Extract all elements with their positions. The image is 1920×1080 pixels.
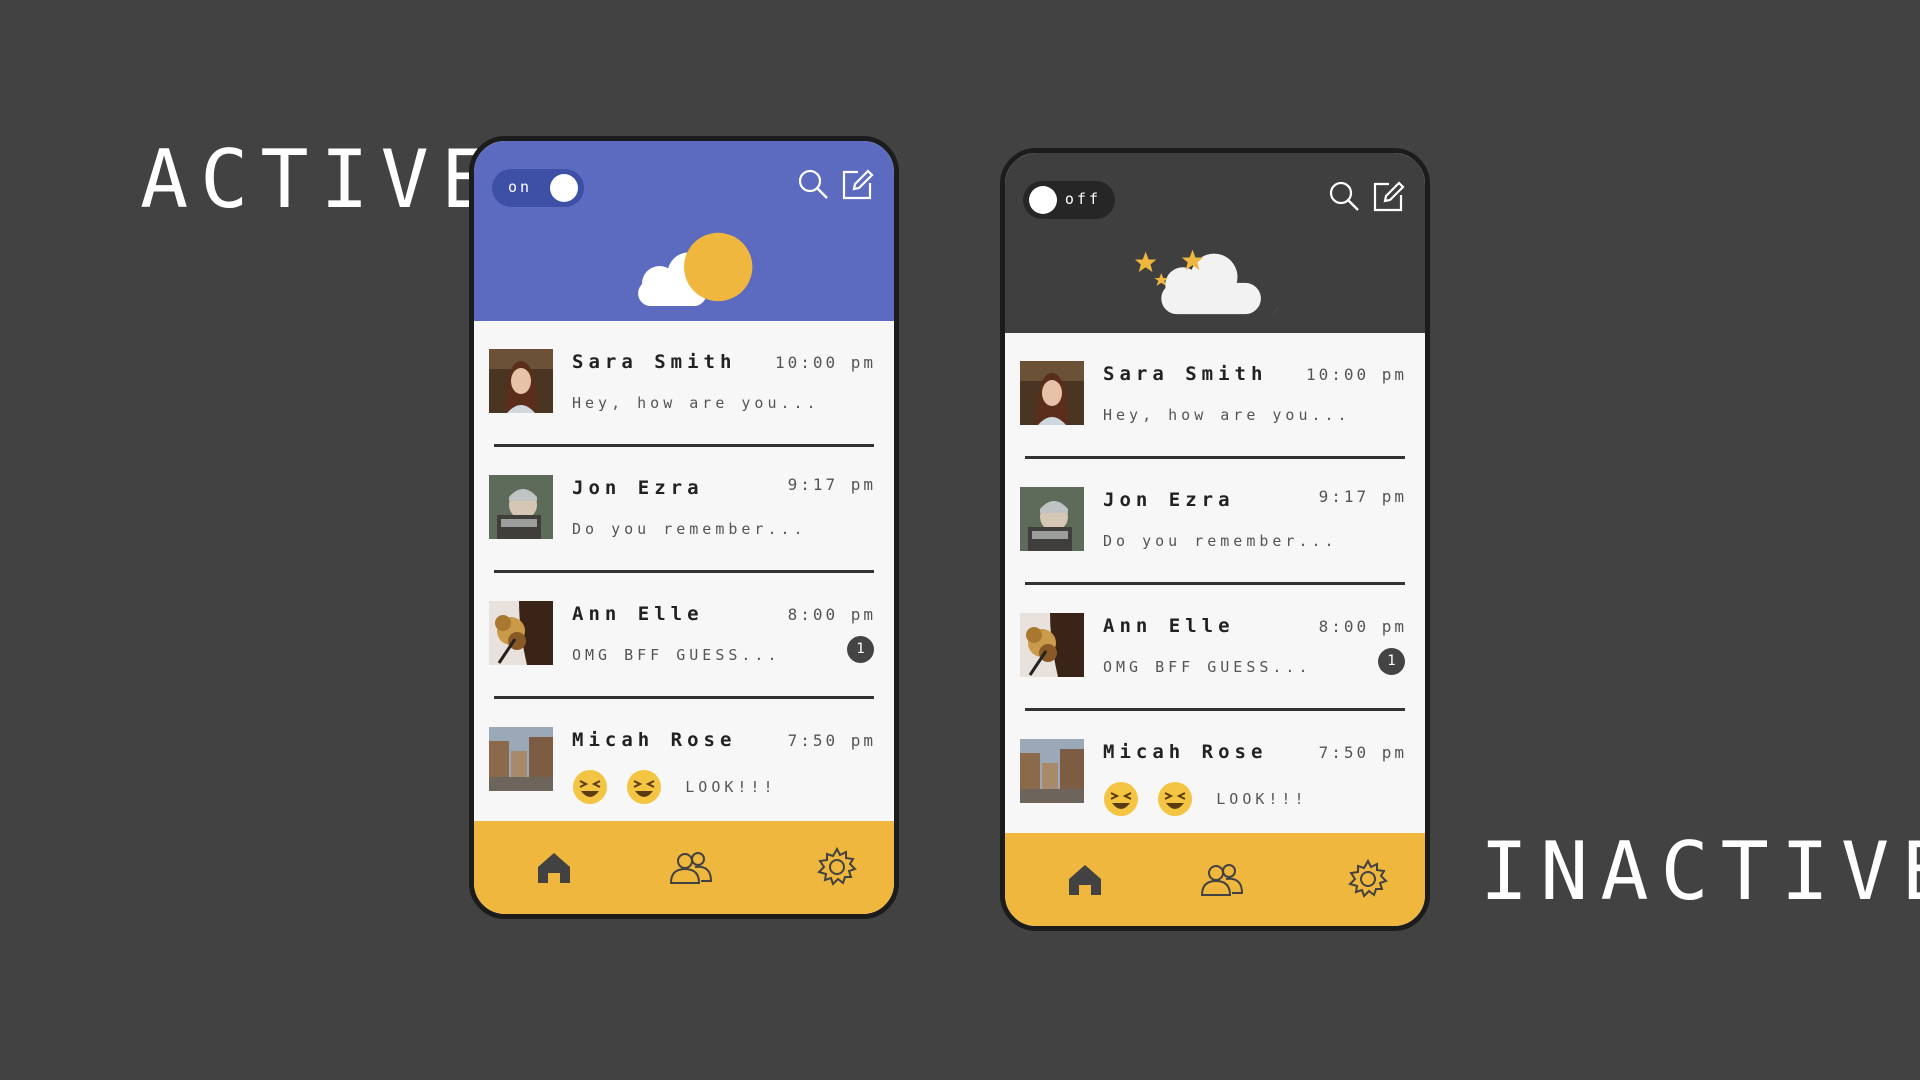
avatar-micah — [489, 727, 553, 791]
message-time: 10:00 pm — [774, 353, 876, 372]
message-time: 7:50 pm — [1318, 743, 1407, 762]
unread-badge: 1 — [847, 636, 874, 663]
message-preview: LOOK!!! — [1103, 781, 1308, 821]
cloud-sun-icon — [638, 232, 753, 307]
phone-header: on — [474, 141, 894, 321]
unread-badge: 1 — [1378, 648, 1405, 675]
home-icon[interactable] — [1063, 859, 1107, 899]
message-time: 7:50 pm — [787, 731, 876, 750]
avatar-ann — [489, 601, 553, 665]
contact-name: Micah Rose — [1103, 741, 1268, 763]
conversation-row[interactable]: Ann Elle 8:00 pm OMG BFF GUESS... 1 — [1005, 585, 1425, 711]
message-time: 8:00 pm — [1318, 617, 1407, 636]
message-time: 8:00 pm — [787, 605, 876, 624]
message-preview: Hey, how are you... — [1103, 406, 1351, 424]
conversation-row[interactable]: Sara Smith 10:00 pm Hey, how are you... — [474, 321, 894, 447]
message-preview-text: LOOK!!! — [685, 778, 777, 796]
avatar-ann — [1020, 613, 1084, 677]
avatar-jon — [489, 475, 553, 539]
friends-icon[interactable] — [669, 847, 713, 887]
conversation-row[interactable]: Jon Ezra 9:17 pm Do you remember... — [1005, 459, 1425, 585]
toggle-label: on — [508, 178, 533, 196]
bottom-nav — [1005, 833, 1425, 926]
contact-name: Jon Ezra — [572, 477, 704, 499]
contact-name: Jon Ezra — [1103, 489, 1235, 511]
contact-name: Sara Smith — [572, 351, 737, 373]
toggle-label: off — [1064, 190, 1101, 208]
conversation-list: Sara Smith 10:00 pm Hey, how are you... … — [1005, 333, 1425, 837]
settings-icon[interactable] — [815, 847, 859, 887]
message-preview: OMG BFF GUESS... — [1103, 658, 1312, 676]
phone-header: off — [1005, 153, 1425, 333]
inactive-label: INACTIVE — [1480, 825, 1920, 918]
message-preview: Hey, how are you... — [572, 394, 820, 412]
friends-icon[interactable] — [1200, 859, 1244, 899]
contact-name: Ann Elle — [1103, 615, 1235, 637]
message-time: 9:17 pm — [1318, 487, 1407, 506]
message-preview: Do you remember... — [572, 520, 807, 538]
laughing-emoji-icon — [1157, 782, 1192, 816]
conversation-row[interactable]: Sara Smith 10:00 pm Hey, how are you... — [1005, 333, 1425, 459]
cloud-moon-stars-icon — [1134, 247, 1284, 327]
contact-name: Ann Elle — [572, 603, 704, 625]
compose-icon[interactable] — [1371, 179, 1405, 213]
avatar-micah — [1020, 739, 1084, 803]
contact-name: Sara Smith — [1103, 363, 1268, 385]
avatar-sara — [1020, 361, 1084, 425]
conversation-row[interactable]: Jon Ezra 9:17 pm Do you remember... — [474, 447, 894, 573]
message-preview-text: LOOK!!! — [1216, 790, 1308, 808]
conversation-list: Sara Smith 10:00 pm Hey, how are you... … — [474, 321, 894, 825]
home-icon[interactable] — [532, 847, 576, 887]
conversation-row[interactable]: Ann Elle 8:00 pm OMG BFF GUESS... 1 — [474, 573, 894, 699]
message-time: 10:00 pm — [1305, 365, 1407, 384]
contact-name: Micah Rose — [572, 729, 737, 751]
laughing-emoji-icon — [626, 770, 661, 804]
compose-icon[interactable] — [840, 167, 874, 201]
search-icon[interactable] — [1327, 179, 1361, 213]
mode-toggle[interactable]: off — [1023, 181, 1115, 219]
message-preview: OMG BFF GUESS... — [572, 646, 781, 664]
conversation-row[interactable]: Micah Rose 7:50 pm LOOK!!! — [474, 699, 894, 825]
message-time: 9:17 pm — [787, 475, 876, 494]
toggle-knob[interactable] — [550, 174, 578, 202]
phone-inactive: off Sara Smith 10:00 pm Hey, how are you… — [1000, 148, 1430, 931]
laughing-emoji-icon — [573, 770, 607, 804]
settings-icon[interactable] — [1346, 859, 1390, 899]
message-preview: LOOK!!! — [572, 769, 777, 809]
mode-toggle[interactable]: on — [492, 169, 584, 207]
bottom-nav — [474, 821, 894, 914]
conversation-row[interactable]: Micah Rose 7:50 pm LOOK!!! — [1005, 711, 1425, 837]
phone-active: on Sara Smith 10:00 pm Hey, how are you.… — [469, 136, 899, 919]
message-preview: Do you remember... — [1103, 532, 1338, 550]
search-icon[interactable] — [796, 167, 830, 201]
laughing-emoji-icon — [1104, 782, 1138, 816]
avatar-jon — [1020, 487, 1084, 551]
avatar-sara — [489, 349, 553, 413]
active-label: ACTIVE — [140, 133, 501, 226]
toggle-knob[interactable] — [1029, 186, 1057, 214]
